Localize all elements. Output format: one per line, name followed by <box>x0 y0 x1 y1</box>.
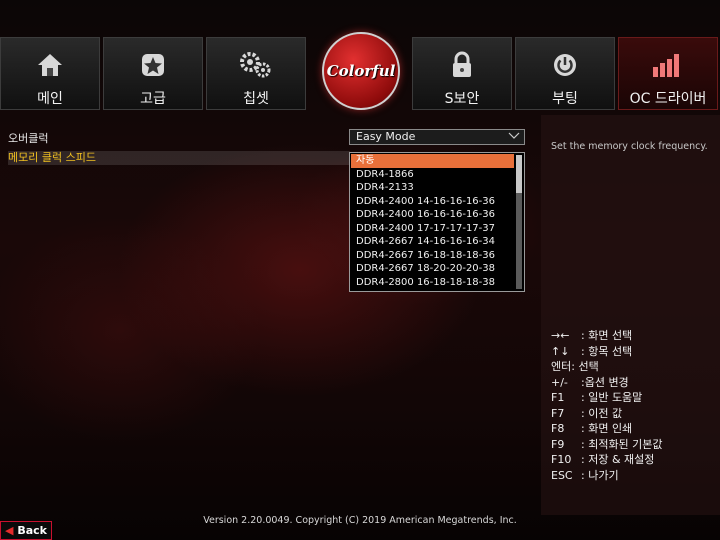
memory-speed-label: 메모리 클럭 스피드 <box>8 151 96 164</box>
dropdown-option[interactable]: 자동 <box>351 154 514 168</box>
tab-security[interactable]: S보안 <box>412 37 512 110</box>
dropdown-option[interactable]: DDR4-2667 16-18-18-18-36 <box>351 249 514 263</box>
star-icon <box>104 48 202 82</box>
dropdown-scrollbar[interactable] <box>516 155 522 289</box>
version-footer: Version 2.20.0049. Copyright (C) 2019 Am… <box>203 515 517 526</box>
dragon-logo-icon: Colorful <box>322 32 400 110</box>
key-legend-item: ESC: 나가기 <box>551 468 619 482</box>
key-legend-item: F9: 최적화된 기본값 <box>551 437 663 451</box>
scrollbar-thumb[interactable] <box>516 155 522 193</box>
key-legend-item: F7: 이전 값 <box>551 406 623 420</box>
top-nav: 메인 고급 칩셋 Colorful S보안 부팅 OC 드라이버 <box>0 0 720 112</box>
memory-speed-row[interactable]: 메모리 클럭 스피드 <box>8 151 350 165</box>
dropdown-option[interactable]: DDR4-2400 17-17-17-17-37 <box>351 222 514 236</box>
tab-advanced[interactable]: 고급 <box>103 37 203 110</box>
back-label: Back <box>17 524 47 537</box>
dropdown-option[interactable]: DDR4-2800 16-18-18-18-38 <box>351 276 514 290</box>
help-text: Set the memory clock frequency. <box>551 141 708 152</box>
tab-label: 고급 <box>140 91 166 107</box>
brand-logo: Colorful <box>315 30 407 112</box>
dropdown-option[interactable]: DDR4-2667 18-20-20-20-38 <box>351 262 514 276</box>
tab-oc-driver[interactable]: OC 드라이버 <box>618 37 718 110</box>
home-icon <box>1 48 99 82</box>
chevron-down-icon <box>508 129 520 145</box>
overclock-value: Easy Mode <box>356 130 416 143</box>
logo-text: Colorful <box>326 62 396 80</box>
dropdown-option[interactable]: DDR4-2133 <box>351 181 514 195</box>
back-arrow-icon: ◀ <box>5 524 14 537</box>
tab-label: 부팅 <box>552 91 578 107</box>
key-legend-item: F1: 일반 도움말 <box>551 391 643 404</box>
gears-icon <box>207 48 305 82</box>
key-legend: →←: 화면 선택 ↑↓: 항목 선택 엔터: 선택 +/-:옵션 변경 F1:… <box>551 328 663 483</box>
tab-chipset[interactable]: 칩셋 <box>206 37 306 110</box>
key-legend-item: +/-:옵션 변경 <box>551 375 629 389</box>
key-legend-item: ↑↓: 항목 선택 <box>551 344 633 358</box>
tab-label: 칩셋 <box>243 91 269 107</box>
bars-icon <box>619 48 717 82</box>
tab-label: 메인 <box>37 91 63 107</box>
key-legend-item: F8: 화면 인쇄 <box>551 422 633 435</box>
tab-boot[interactable]: 부팅 <box>515 37 615 110</box>
key-legend-item: 엔터: 선택 <box>551 360 599 373</box>
dropdown-option[interactable]: DDR4-2400 14-16-16-16-36 <box>351 195 514 209</box>
dropdown-option[interactable]: DDR4-2667 14-16-16-16-34 <box>351 235 514 249</box>
dropdown-option[interactable]: DDR4-2400 16-16-16-16-36 <box>351 208 514 222</box>
back-button[interactable]: ◀ Back <box>0 521 52 540</box>
lock-icon <box>413 48 511 82</box>
memory-speed-dropdown[interactable]: 자동 DDR4-1866 DDR4-2133 DDR4-2400 14-16-1… <box>349 152 525 292</box>
dropdown-option[interactable]: DDR4-1866 <box>351 168 514 182</box>
key-legend-item: F10: 저장 & 재설정 <box>551 453 655 466</box>
key-legend-item: →←: 화면 선택 <box>551 329 633 342</box>
overclock-label: 오버클럭 <box>8 132 49 145</box>
tab-main[interactable]: 메인 <box>0 37 100 110</box>
overclock-select[interactable]: Easy Mode <box>349 129 525 145</box>
power-icon <box>516 48 614 82</box>
tab-label: S보안 <box>444 91 480 107</box>
tab-label: OC 드라이버 <box>629 91 707 107</box>
